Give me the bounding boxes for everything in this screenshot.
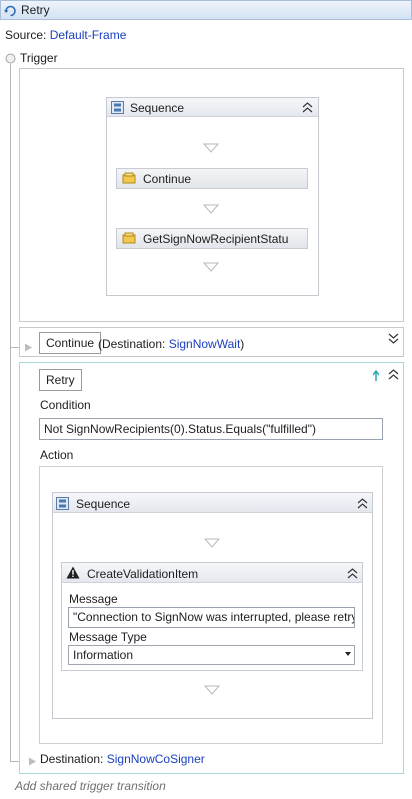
trigger-label: Trigger (20, 51, 58, 65)
destination-label: Destination: (40, 752, 104, 766)
drop-target-icon[interactable] (203, 143, 219, 153)
drop-target-icon[interactable] (203, 204, 219, 214)
dropdown-arrow-icon[interactable] (345, 652, 351, 656)
title-bar: Retry (0, 0, 412, 20)
destination-prefix: (Destination: (98, 337, 169, 351)
sequence-icon (56, 497, 69, 510)
sequence-header: Sequence (107, 98, 318, 117)
action-label: Action (40, 448, 74, 462)
move-up-icon[interactable] (372, 370, 380, 382)
drop-target-icon[interactable] (204, 538, 220, 548)
activity-label: Continue (143, 172, 192, 186)
add-shared-trigger-transition[interactable]: Add shared trigger transition (15, 779, 166, 793)
message-type-select[interactable]: Information (68, 645, 355, 665)
message-field[interactable]: "Connection to SignNow was interrupted, … (68, 607, 355, 628)
activity-get-signnow-recipient-status[interactable]: GetSignNowRecipientStatu (116, 228, 308, 249)
expand-icon[interactable] (388, 333, 399, 344)
activity-icon (122, 172, 136, 184)
activity-icon (122, 232, 136, 244)
drop-target-icon[interactable] (203, 262, 219, 272)
activity-header: CreateValidationItem (62, 563, 362, 583)
destination-suffix: ) (240, 337, 245, 351)
sequence-title: Sequence (76, 497, 131, 511)
sequence-title: Sequence (130, 101, 185, 115)
retry-destination-link[interactable]: SignNowCoSigner (107, 752, 205, 766)
activity-title: CreateValidationItem (87, 567, 199, 581)
source-label: Source: (5, 28, 47, 42)
window-title: Retry (21, 3, 50, 17)
condition-field[interactable]: Not SignNowRecipients(0).Status.Equals("… (39, 418, 383, 440)
collapse-icon[interactable] (347, 568, 358, 579)
trigger-bullet-icon (5, 53, 16, 64)
source-row: Source: Default-Frame (5, 28, 126, 42)
message-type-label: Message Type (69, 630, 147, 644)
warning-icon (66, 566, 80, 579)
continue-destination-link[interactable]: SignNowWait (169, 337, 241, 351)
retry-state-icon (4, 5, 16, 17)
connector-line (10, 64, 11, 762)
continue-button[interactable]: Continue (39, 332, 102, 354)
source-link[interactable]: Default-Frame (50, 28, 127, 42)
condition-label: Condition (40, 398, 91, 412)
retry-destination: Destination: SignNowCoSigner (40, 752, 205, 766)
activity-continue[interactable]: Continue (116, 168, 308, 189)
arrow-right-icon (25, 343, 32, 352)
sequence-icon (111, 101, 124, 114)
collapse-icon[interactable] (388, 369, 399, 380)
arrow-right-icon (29, 757, 36, 766)
sequence-header: Sequence (53, 493, 372, 513)
collapse-icon[interactable] (302, 102, 313, 113)
collapse-icon[interactable] (357, 498, 368, 509)
message-type-value: Information (73, 648, 134, 662)
retry-button[interactable]: Retry (39, 369, 82, 391)
continue-destination: (Destination: SignNowWait) (98, 337, 244, 351)
drop-target-icon[interactable] (204, 685, 220, 695)
activity-label: GetSignNowRecipientStatu (143, 232, 289, 246)
message-label: Message (69, 592, 118, 606)
